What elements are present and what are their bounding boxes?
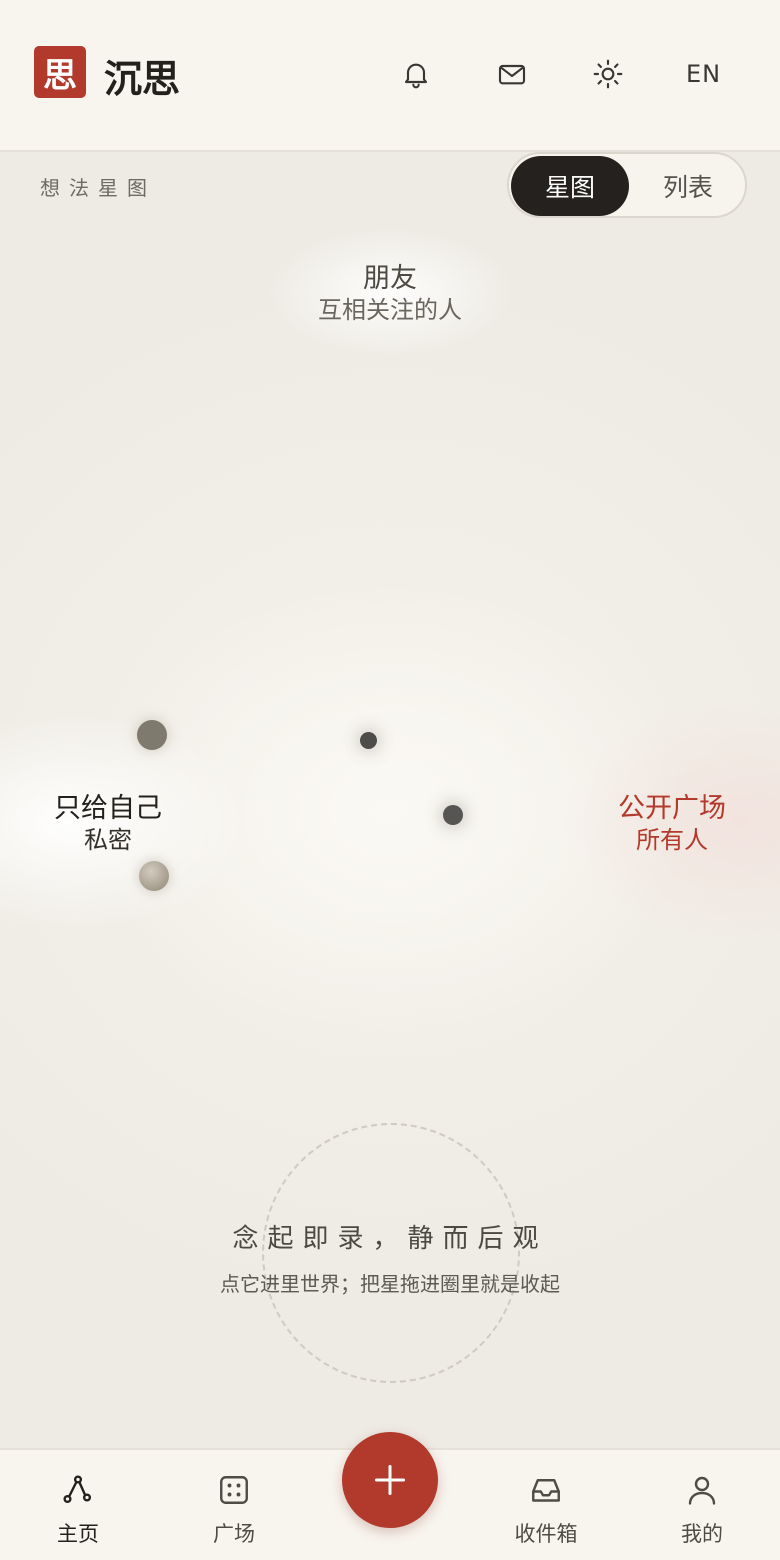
- dice-icon: [220, 1476, 248, 1504]
- graph-icon: [63, 1475, 92, 1504]
- nav-item-square[interactable]: 广场: [174, 1472, 294, 1548]
- private-zone-subtitle: 私密: [84, 826, 132, 854]
- nav-item-me[interactable]: 我的: [642, 1472, 762, 1548]
- thought-star-map[interactable]: 想法星图 星图 列表 朋友 互相关注的人 只给自己 私密 公开广场 所有人 念起…: [0, 152, 780, 1448]
- plus-icon: [375, 1465, 405, 1495]
- nav-label: 收件箱: [514, 1522, 578, 1546]
- drop-zone-motto: 念起即录，静而后观: [232, 1224, 548, 1254]
- mail-icon[interactable]: [496, 58, 528, 90]
- app-header: 思 沉思 EN: [0, 0, 780, 152]
- public-zone-subtitle: 所有人: [636, 826, 708, 854]
- sun-icon[interactable]: [592, 58, 624, 90]
- new-thought-button[interactable]: [342, 1432, 438, 1528]
- drop-zone-hint: 点它进里世界；把星拖进圈里就是收起: [220, 1272, 560, 1296]
- user-icon: [688, 1476, 716, 1505]
- thought-star[interactable]: [137, 720, 167, 750]
- app-title: 沉思: [104, 56, 181, 101]
- thought-star[interactable]: [360, 732, 377, 749]
- nav-item-home[interactable]: 主页: [18, 1472, 138, 1548]
- nav-label: 广场: [213, 1522, 255, 1546]
- nav-item-inbox[interactable]: 收件箱: [486, 1472, 606, 1548]
- view-toggle-star-map[interactable]: 星图: [511, 156, 629, 216]
- view-toggle-list[interactable]: 列表: [629, 156, 747, 216]
- nav-label: 我的: [681, 1522, 723, 1546]
- friends-zone-subtitle: 互相关注的人: [318, 296, 462, 324]
- app-logo[interactable]: 思: [34, 46, 86, 98]
- language-toggle[interactable]: EN: [686, 60, 721, 88]
- thought-star[interactable]: [443, 805, 463, 825]
- bell-icon[interactable]: [400, 58, 432, 90]
- star-map-label: 想法星图: [40, 176, 156, 200]
- view-toggle: 星图 列表: [507, 152, 747, 218]
- thought-star[interactable]: [139, 861, 169, 891]
- nav-label: 主页: [57, 1522, 99, 1546]
- inbox-icon: [532, 1479, 560, 1502]
